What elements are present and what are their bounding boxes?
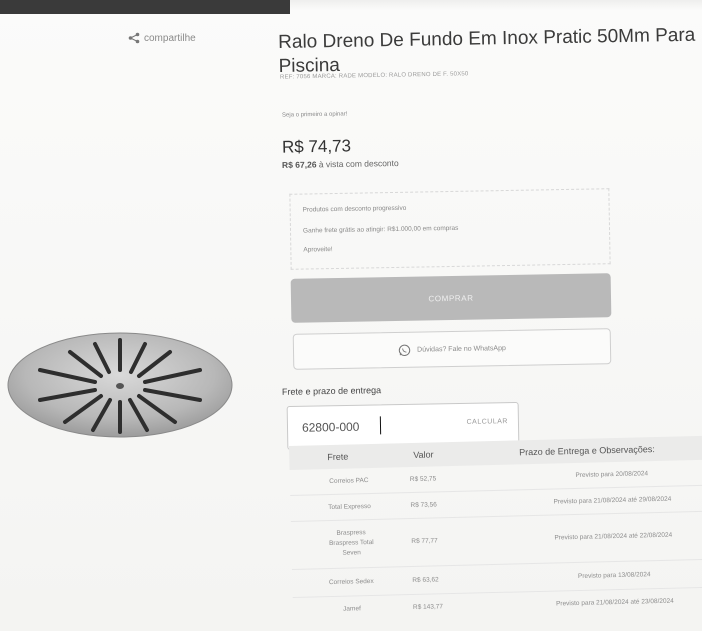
share-icon <box>128 32 140 44</box>
header-prazo: Prazo de Entrega e Observações: <box>519 444 655 458</box>
promo-cta: Aproveite! <box>303 246 333 254</box>
shipping-prazo: Previsto para 20/08/2024 <box>575 470 649 480</box>
shipping-table: Frete Valor Prazo de Entrega e Observaçõ… <box>289 435 702 631</box>
discount-value: R$ 67,26 <box>281 159 317 171</box>
shipping-prazo: Previsto para 21/08/2024 até 22/08/2024 <box>554 531 673 542</box>
cep-value[interactable]: 62800-000 <box>302 420 360 435</box>
review-link[interactable]: Seja o primeiro a opinar! <box>282 111 347 118</box>
shipping-name: Jamef <box>343 605 361 613</box>
discount-suffix: à vista com desconto <box>316 157 399 170</box>
shipping-prazo: Previsto para 21/08/2024 até 23/08/2024 <box>555 597 674 608</box>
top-bar <box>0 0 290 14</box>
whatsapp-button[interactable]: Dúvidas? Fale no WhatsApp <box>292 328 612 370</box>
calculate-button[interactable]: CALCULAR <box>467 418 508 426</box>
share-button[interactable]: compartilhe <box>120 28 236 48</box>
shipping-name: Total Expresso <box>328 503 371 512</box>
shipping-prazo: Previsto para 21/08/2024 até 29/08/2024 <box>553 495 672 506</box>
share-label: compartilhe <box>144 32 196 44</box>
header-valor: Valor <box>413 449 434 460</box>
product-image[interactable] <box>5 330 235 440</box>
whatsapp-icon <box>398 344 411 356</box>
whatsapp-label: Dúvidas? Fale no WhatsApp <box>417 344 506 354</box>
shipping-value: R$ 52,75 <box>409 475 437 484</box>
shipping-name: Braspress Braspress Total Seven <box>328 529 374 557</box>
shipping-value: R$ 73,56 <box>410 501 437 510</box>
promo-box: Produtos com desconto progressivo Ganhe … <box>289 188 611 270</box>
discount-price: R$ 67,26 à vista com desconto <box>282 158 399 170</box>
shipping-name: Correios Sedex <box>328 577 374 587</box>
shipping-value: R$ 63,62 <box>412 576 439 585</box>
shipping-name: Correios PAC <box>329 477 369 486</box>
shipping-prazo: Previsto para 13/08/2024 <box>577 571 651 580</box>
promo-title: Produtos com desconto progressivo <box>302 204 407 214</box>
header-frete: Frete <box>327 451 349 463</box>
shipping-value: R$ 143,77 <box>412 603 444 612</box>
buy-button[interactable]: COMPRAR <box>290 273 612 323</box>
page: compartilhe Ralo Dreno De Fundo Em Inox … <box>0 0 702 631</box>
shipping-value: R$ 77,77 <box>411 537 438 546</box>
shipping-label: Frete e prazo de entrega <box>281 385 382 397</box>
product-price: R$ 74,73 <box>281 136 352 157</box>
promo-free-shipping: Ganhe frete grátis ao atingir: R$1.000,0… <box>302 224 459 235</box>
text-caret <box>379 416 382 435</box>
